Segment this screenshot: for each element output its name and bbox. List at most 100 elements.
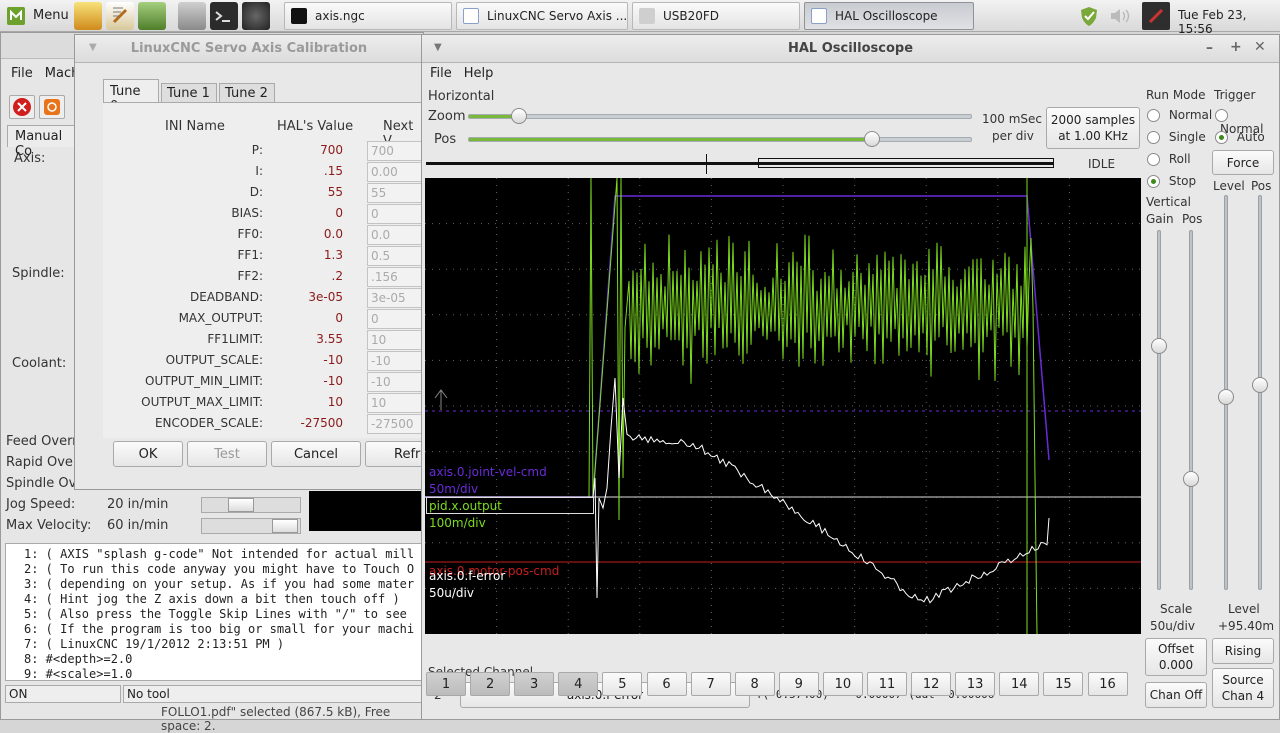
channel-button-5[interactable]: 5 [602,672,643,696]
estop-button[interactable] [9,95,35,119]
clock[interactable]: Tue Feb 23, 15:56 [1178,8,1280,36]
pos-slider-handle[interactable] [864,131,881,147]
taskbar-window-axis[interactable]: axis.ngc [284,2,452,30]
channel-button-10[interactable]: 10 [822,672,863,696]
window-menu-icon[interactable]: ▼ [89,42,97,53]
media-icon[interactable] [242,2,270,30]
cancel-button[interactable]: Cancel [271,441,361,467]
gain-slider-handle[interactable] [1151,338,1167,354]
menu-icon[interactable] [6,6,26,26]
run-single-radio[interactable]: Single [1147,130,1206,144]
channel-button-15[interactable]: 15 [1043,672,1084,696]
vertical-pos-slider-handle[interactable] [1183,471,1199,487]
calib-row-next-field[interactable]: 0 [367,204,423,224]
power-button[interactable] [39,95,65,119]
tab-tune-0[interactable]: Tune 0 [103,79,159,114]
linuxcnc-launcher-icon[interactable] [74,2,102,30]
run-stop-radio[interactable]: Stop [1147,174,1196,188]
channel-button-6[interactable]: 6 [646,672,687,696]
channel-button-11[interactable]: 11 [867,672,907,696]
force-button[interactable]: Force [1212,150,1274,175]
chan-off-button[interactable]: Chan Off [1145,682,1207,708]
max-velocity-slider[interactable] [201,518,301,534]
col-hal-value: HAL's Value [277,119,354,134]
preview-area[interactable] [309,491,423,531]
rising-button[interactable]: Rising [1212,638,1274,664]
channel-button-16[interactable]: 16 [1087,672,1128,696]
text-editor-icon[interactable] [106,2,134,30]
calib-row-next-field[interactable]: 0.0 [367,225,423,245]
offset-button[interactable]: Offset 0.000 [1145,638,1207,676]
taskbar-window-usb[interactable]: USB20FD [632,2,800,30]
calib-row-next-field[interactable]: -10 [367,372,423,392]
channel-button-12[interactable]: 12 [911,672,952,696]
monitor-icon[interactable] [138,2,166,30]
gain-slider[interactable] [1157,230,1161,590]
run-normal-label: Normal [1168,108,1213,122]
ok-button[interactable]: OK [113,441,183,467]
close-icon[interactable]: ✕ [1254,39,1266,55]
calib-row-next-field[interactable]: 10 [367,330,423,350]
channel-button-7[interactable]: 7 [690,672,731,696]
trigger-pos-slider-handle[interactable] [1252,377,1268,393]
calib-row-next-field[interactable]: 0.00 [367,162,423,182]
gcode-listing[interactable]: 1: ( AXIS "splash g-code" Not intended f… [5,543,423,681]
zoom-slider[interactable] [468,108,972,124]
channel-button-4[interactable]: 4 [558,672,599,696]
menu-label[interactable]: Menu [33,8,69,23]
calib-row-next-field[interactable]: 0 [367,309,423,329]
menu-file[interactable]: File [430,66,452,81]
channel-button-2[interactable]: 2 [470,672,511,696]
tab-tune-1[interactable]: Tune 1 [161,83,217,103]
calib-row-hal-value: -10 [323,374,343,388]
calib-row-next-field[interactable]: .156 [367,267,423,287]
channel-button-14[interactable]: 14 [999,672,1040,696]
run-roll-radio[interactable]: Roll [1147,152,1191,166]
display-window-marker [758,158,1054,168]
samples-button[interactable]: 2000 samples at 1.00 KHz [1046,107,1140,149]
trigger-level-slider-handle[interactable] [1218,389,1234,405]
volume-icon[interactable] [1108,6,1132,26]
channel-button-3[interactable]: 3 [514,672,555,696]
calib-row-next-field[interactable]: -10 [367,351,423,371]
file-manager-icon[interactable] [178,2,206,30]
jog-speed-slider-handle[interactable] [228,498,254,512]
run-normal-radio[interactable]: Normal [1147,108,1212,122]
taskbar-window-scope[interactable]: HAL Oscilloscope [804,2,974,30]
calib-row-next-field[interactable]: 700 [367,141,423,161]
trigger-auto-radio[interactable]: Auto [1215,130,1265,144]
zoom-slider-handle[interactable] [511,108,528,124]
trigger-auto-label: Auto [1236,130,1265,144]
calib-row-next-field[interactable]: 55 [367,183,423,203]
trigger-source-button[interactable]: Source Chan 4 [1212,668,1274,708]
tab-manual-control[interactable]: Manual Co [7,125,77,159]
refresh-button[interactable]: Refre [365,441,423,467]
test-button[interactable]: Test [187,441,267,467]
calib-row-next-field[interactable]: -27500 [367,414,423,434]
tab-tune-2[interactable]: Tune 2 [219,83,275,103]
calib-row-next-field[interactable]: 3e-05 [367,288,423,308]
shield-check-icon[interactable] [1078,5,1100,27]
menu-help[interactable]: Help [464,66,494,81]
calib-row-next-field[interactable]: 10 [367,393,423,413]
trace-label-vel: axis.0.joint-vel-cmd 50m/div [429,464,547,498]
channel-button-9[interactable]: 9 [778,672,819,696]
vertical-pos-slider[interactable] [1189,230,1193,590]
menu-file[interactable]: File [11,66,33,81]
channel-button-1[interactable]: 1 [426,672,466,696]
calib-row-next-field[interactable]: 0.5 [367,246,423,266]
terminal-icon[interactable] [210,2,238,30]
max-velocity-slider-handle[interactable] [272,519,298,533]
gain-label: Gain [1146,212,1174,226]
window-menu-icon[interactable]: ▼ [434,42,442,53]
jog-speed-slider[interactable] [201,497,301,513]
horizontal-label: Horizontal [428,89,495,104]
taskbar-window-calibration[interactable]: LinuxCNC Servo Axis ... [456,2,628,30]
network-disconnected-icon[interactable] [1142,2,1170,30]
pos-slider[interactable] [468,131,972,147]
maximize-icon[interactable]: + [1230,39,1242,55]
channel-button-8[interactable]: 8 [734,672,775,696]
minimize-icon[interactable]: – [1206,40,1213,56]
radio-selected-icon [1147,175,1160,188]
channel-button-13[interactable]: 13 [955,672,996,696]
